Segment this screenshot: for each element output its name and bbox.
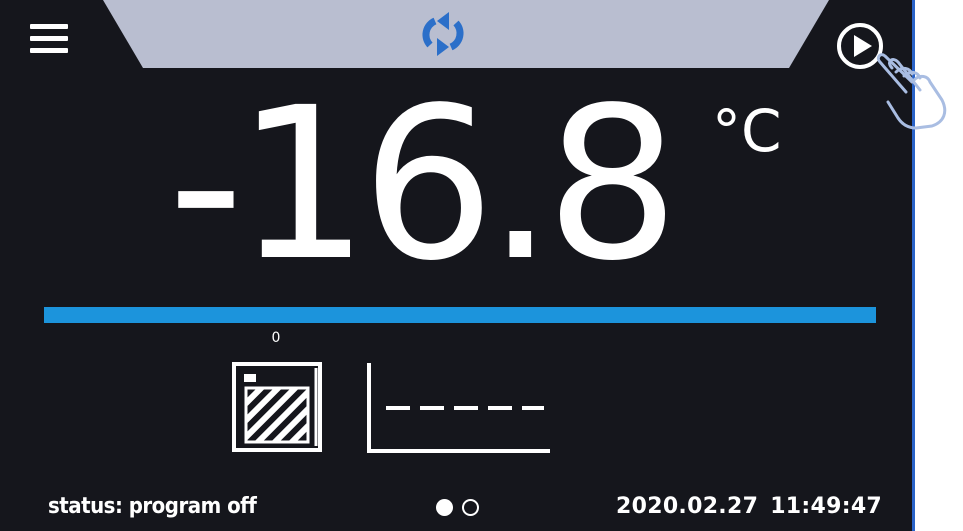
temperature-unit: °C	[712, 97, 782, 165]
menu-button[interactable]	[30, 24, 68, 64]
date-text: 2020.02.27	[616, 494, 759, 519]
hand-pointer-icon	[876, 53, 947, 130]
page-dot-inactive[interactable]	[462, 499, 479, 516]
temperature-reading: -16.8	[168, 62, 679, 307]
graph-icon[interactable]	[364, 363, 550, 455]
mode-tab-background	[103, 0, 829, 68]
progress-value: 0	[271, 330, 281, 346]
play-icon	[854, 35, 872, 57]
time-text: 11:49:47	[770, 494, 883, 519]
page-dot-active[interactable]	[436, 499, 453, 516]
progress-bar	[44, 307, 876, 323]
date-time: 2020.02.27 11:49:47	[616, 494, 882, 519]
chamber-icon[interactable]	[232, 362, 324, 454]
menu-line	[30, 48, 68, 53]
controller-screen: -16.8 °C 0 status: program off 2020.02.2…	[0, 0, 913, 531]
progress-bar-fill	[44, 307, 876, 323]
status-text: status: program off	[48, 494, 257, 519]
menu-line	[30, 24, 68, 29]
mode-tab[interactable]	[103, 0, 829, 68]
menu-line	[30, 36, 68, 41]
page-indicator[interactable]	[436, 499, 486, 519]
